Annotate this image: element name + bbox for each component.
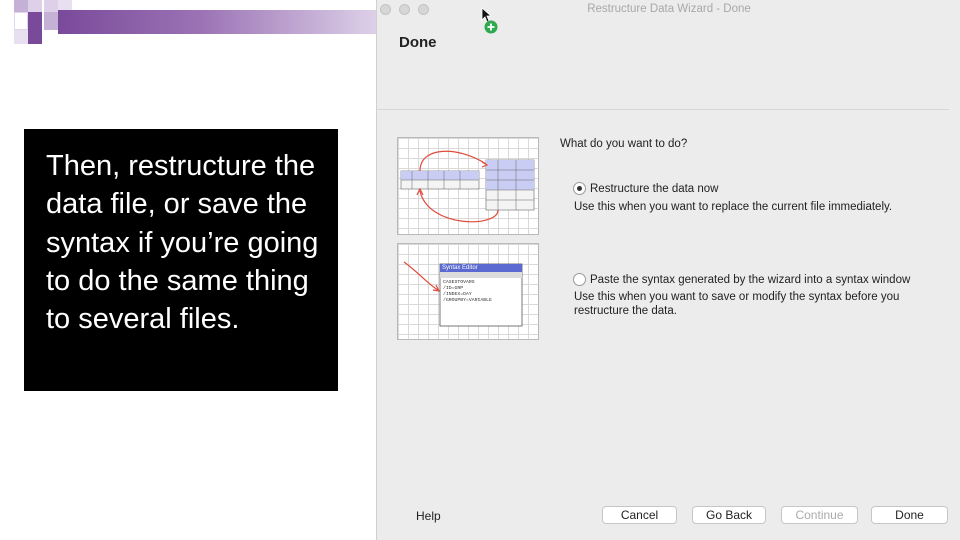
cancel-button[interactable]: Cancel <box>602 506 677 524</box>
go-back-button[interactable]: Go Back <box>692 506 766 524</box>
slide-callout-text: Then, restructure the data file, or save… <box>24 129 338 391</box>
decor-square <box>14 30 28 44</box>
continue-button[interactable]: Continue <box>781 506 858 524</box>
syntax-editor-lines: CASESTOVARS /ID=GRP /INDEX=DAY /GROUPBY=… <box>443 280 492 304</box>
step-title: Done <box>399 34 437 51</box>
syntax-editor-title: Syntax Editor <box>442 265 478 271</box>
paste-syntax-label[interactable]: Paste the syntax generated by the wizard… <box>590 274 910 286</box>
decor-square <box>14 0 28 12</box>
paste-syntax-description-line: Use this when you want to save or modify… <box>574 291 900 303</box>
decor-square <box>28 12 42 30</box>
paste-syntax-description-line: restructure the data. <box>574 305 677 317</box>
question-label: What do you want to do? <box>560 138 688 150</box>
restructure-now-description: Use this when you want to replace the cu… <box>574 201 893 213</box>
restructure-wizard-dialog: Restructure Data Wizard - Done Done Synt… <box>376 0 960 540</box>
decor-square <box>28 0 42 12</box>
restructure-now-label[interactable]: Restructure the data now <box>590 183 719 195</box>
paste-syntax-description: Use this when you want to save or modify… <box>574 290 899 318</box>
slide-title-bar <box>58 10 376 34</box>
done-button[interactable]: Done <box>871 506 948 524</box>
decor-square <box>14 12 28 30</box>
decor-square <box>44 12 58 30</box>
window-titlebar: Restructure Data Wizard - Done <box>377 0 960 20</box>
syntax-line: /GROUPBY=VARIABLE <box>443 298 492 303</box>
restructure-illustration <box>397 137 539 235</box>
cursor-add-icon <box>481 7 498 34</box>
paste-syntax-radio[interactable] <box>573 273 586 286</box>
decor-square <box>44 0 58 12</box>
header-divider <box>377 109 949 110</box>
restructure-now-radio[interactable] <box>573 182 586 195</box>
decor-square <box>28 30 42 44</box>
help-button[interactable]: Help <box>416 509 441 523</box>
syntax-illustration: Syntax Editor CASESTOVARS /ID=GRP /INDEX… <box>397 243 539 340</box>
window-title: Restructure Data Wizard - Done <box>587 3 751 15</box>
